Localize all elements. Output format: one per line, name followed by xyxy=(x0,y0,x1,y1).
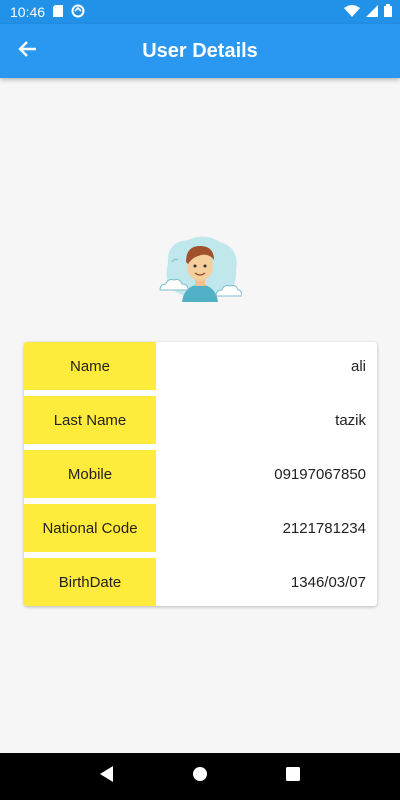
detail-value: 1346/03/07 xyxy=(290,573,366,591)
back-triangle-icon xyxy=(99,766,115,787)
system-nav-bar xyxy=(0,753,400,800)
status-bar: 10:46 xyxy=(0,0,400,24)
app-bar: User Details xyxy=(0,24,400,78)
detail-label: Mobile xyxy=(24,450,156,498)
detail-row-mobile: Mobile 09197067850 xyxy=(24,450,377,498)
nav-recents-button[interactable] xyxy=(278,762,308,792)
arrow-back-icon xyxy=(18,39,38,64)
avatar-illustration-icon xyxy=(159,236,243,302)
detail-value: ali xyxy=(350,357,366,375)
detail-row-name: Name ali xyxy=(24,342,377,390)
sync-icon xyxy=(71,4,85,21)
page-title: User Details xyxy=(142,39,258,62)
detail-value: 09197067850 xyxy=(274,465,366,483)
wifi-icon xyxy=(344,4,360,20)
detail-row-birthdate: BirthDate 1346/03/07 xyxy=(24,558,377,606)
status-time: 10:46 xyxy=(10,4,46,20)
detail-label: Last Name xyxy=(24,396,156,444)
back-button[interactable] xyxy=(12,35,44,67)
detail-label: National Code xyxy=(24,504,156,552)
sd-card-icon xyxy=(53,4,64,20)
detail-label: BirthDate xyxy=(24,558,156,606)
detail-value: tazik xyxy=(335,411,366,429)
detail-row-last-name: Last Name tazik xyxy=(24,396,377,444)
nav-back-button[interactable] xyxy=(92,762,122,792)
detail-label: Name xyxy=(24,342,156,390)
detail-value: 2121781234 xyxy=(282,519,366,537)
signal-icon xyxy=(366,4,378,20)
user-details-card: Name ali Last Name tazik Mobile 09197067… xyxy=(24,342,377,606)
recents-square-icon xyxy=(286,767,301,786)
battery-icon xyxy=(384,4,392,20)
detail-row-national-code: National Code 2121781234 xyxy=(24,504,377,552)
user-avatar xyxy=(158,234,243,306)
nav-home-button[interactable] xyxy=(185,762,215,792)
home-circle-icon xyxy=(192,766,208,787)
